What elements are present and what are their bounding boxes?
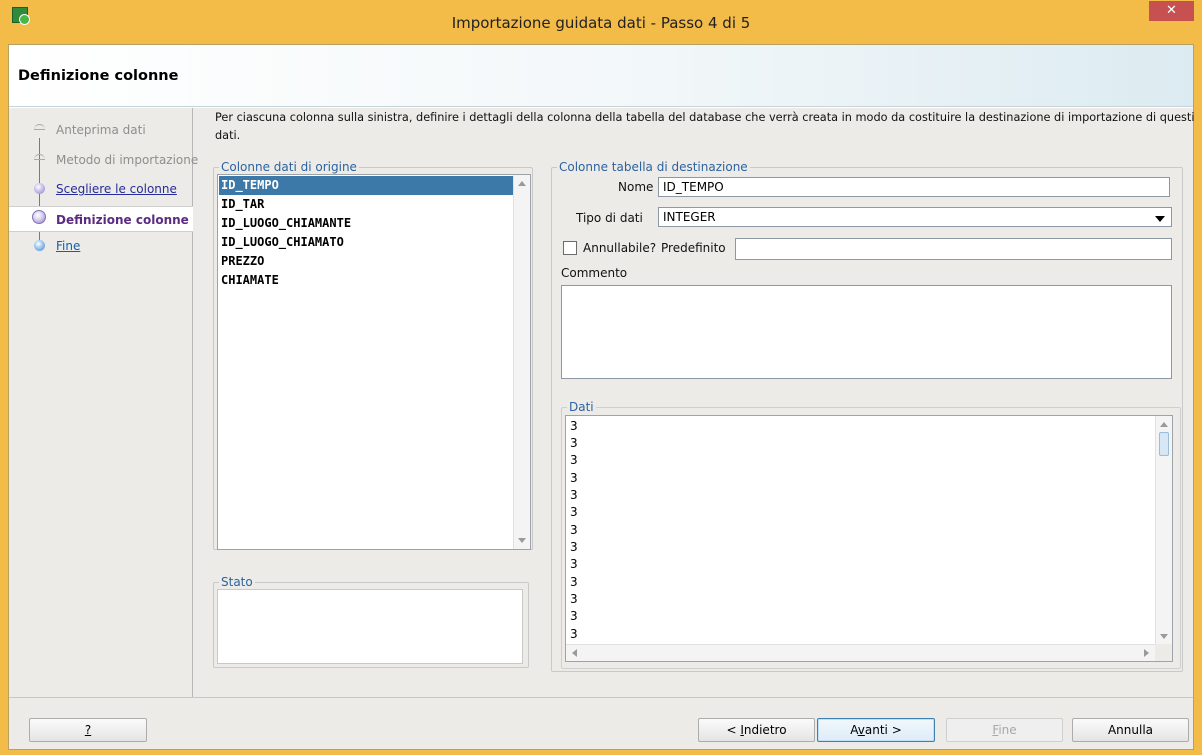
- step-label[interactable]: Scegliere le colonne: [56, 182, 177, 196]
- title-bar[interactable]: Importazione guidata dati - Passo 4 di 5…: [0, 0, 1202, 44]
- list-item[interactable]: CHIAMATE: [219, 271, 514, 290]
- back-button[interactable]: < Indietro: [698, 718, 815, 742]
- stato-legend: Stato: [219, 575, 255, 589]
- list-item: 3: [570, 540, 578, 554]
- vertical-scrollbar[interactable]: [513, 175, 530, 549]
- step-anteprima-dati: Anteprima dati: [9, 119, 193, 141]
- annullabile-checkbox[interactable]: [563, 241, 577, 255]
- step-current-icon: [32, 210, 46, 224]
- predefinito-field[interactable]: [735, 238, 1172, 260]
- source-columns-list[interactable]: ID_TEMPO ID_TAR ID_LUOGO_CHIAMANTE ID_LU…: [217, 174, 531, 550]
- predefinito-label: Predefinito: [661, 241, 726, 255]
- cancel-button[interactable]: Annulla: [1072, 718, 1189, 742]
- step-scegliere-colonne[interactable]: Scegliere le colonne: [9, 178, 193, 200]
- list-item: 3: [570, 523, 578, 537]
- next-prefix: A: [850, 723, 858, 737]
- list-item: 3: [570, 592, 578, 606]
- next-accesskey: v: [857, 723, 865, 737]
- commento-textarea[interactable]: [561, 285, 1172, 379]
- back-label-rest: ndietro: [743, 723, 787, 737]
- dest-columns-legend: Colonne tabella di destinazione: [557, 160, 750, 174]
- tipo-di-dati-label: Tipo di dati: [576, 211, 643, 225]
- next-button[interactable]: Avanti >: [817, 718, 935, 742]
- dati-legend: Dati: [567, 400, 596, 414]
- dati-preview-list[interactable]: 3 3 3 3 3 3 3 3 3 3 3 3 3: [565, 415, 1173, 662]
- list-item: 3: [570, 609, 578, 623]
- list-item[interactable]: ID_TEMPO: [219, 176, 514, 195]
- list-item[interactable]: ID_LUOGO_CHIAMATO: [219, 233, 514, 252]
- list-item: 3: [570, 488, 578, 502]
- list-item[interactable]: PREZZO: [219, 252, 514, 271]
- step-pending-icon: [34, 124, 45, 135]
- horizontal-scrollbar[interactable]: [566, 644, 1155, 661]
- stato-group: Stato: [213, 575, 529, 668]
- scroll-down-arrow-icon[interactable]: [1160, 634, 1168, 639]
- step-finish-icon: [34, 240, 45, 251]
- list-item: 3: [570, 419, 578, 433]
- footer-divider: [9, 697, 1193, 698]
- stato-box: [217, 589, 523, 664]
- scroll-left-arrow-icon[interactable]: [572, 649, 577, 657]
- step-label: Definizione colonne: [56, 213, 189, 227]
- source-columns-legend: Colonne dati di origine: [219, 160, 359, 174]
- nome-field[interactable]: ID_TEMPO: [658, 177, 1170, 197]
- dest-columns-group: Colonne tabella di destinazione Nome ID_…: [551, 160, 1183, 672]
- step-done-icon: [34, 183, 45, 194]
- vertical-scrollbar[interactable]: [1155, 416, 1172, 645]
- list-item: 3: [570, 436, 578, 450]
- next-label-rest: anti >: [864, 723, 902, 737]
- instructions-line-1: Per ciascuna colonna sulla sinistra, def…: [215, 111, 1195, 124]
- list-item: 3: [570, 471, 578, 485]
- step-definizione-colonne: Definizione colonne: [9, 206, 193, 232]
- list-item: 3: [570, 557, 578, 571]
- list-item: 3: [570, 505, 578, 519]
- page-title: Definizione colonne: [18, 68, 179, 84]
- dialog-content: Anteprima dati Metodo di importazione Sc…: [9, 108, 1195, 749]
- step-label: Anteprima dati: [56, 123, 146, 137]
- scroll-down-arrow-icon[interactable]: [518, 538, 526, 543]
- window-title: Importazione guidata dati - Passo 4 di 5: [451, 14, 751, 32]
- help-button-label: ?: [84, 723, 92, 737]
- list-item[interactable]: ID_TAR: [219, 195, 514, 214]
- instructions-line-2: dati.: [215, 129, 241, 142]
- scrollbar-corner: [1155, 644, 1172, 661]
- dialog-frame: Definizione colonne Anteprima dati Metod…: [8, 44, 1195, 750]
- step-label: Metodo di importazione: [56, 153, 199, 167]
- commento-label: Commento: [561, 266, 628, 280]
- dati-group: Dati 3 3 3 3 3 3 3 3 3 3 3 3 3: [561, 400, 1181, 669]
- step-label[interactable]: Fine: [56, 239, 80, 253]
- list-item: 3: [570, 453, 578, 467]
- finish-label-rest: ine: [998, 723, 1017, 737]
- scroll-right-arrow-icon[interactable]: [1144, 649, 1149, 657]
- step-metodo-importazione: Metodo di importazione: [9, 149, 198, 171]
- finish-button[interactable]: Fine: [946, 718, 1063, 742]
- list-item: 3: [570, 575, 578, 589]
- nome-label: Nome: [618, 180, 654, 194]
- chevron-down-icon[interactable]: [1155, 216, 1165, 222]
- tipo-di-dati-select[interactable]: INTEGER: [658, 207, 1172, 227]
- list-item: 3: [570, 627, 578, 641]
- wizard-steps-panel: Anteprima dati Metodo di importazione Sc…: [9, 108, 198, 697]
- annullabile-label: Annullabile?: [583, 241, 657, 255]
- scroll-up-arrow-icon[interactable]: [518, 181, 526, 186]
- page-header: Definizione colonne: [9, 45, 1193, 107]
- close-button[interactable]: ✕: [1149, 1, 1194, 21]
- step-pending-icon: [34, 154, 45, 165]
- step-fine[interactable]: Fine: [9, 235, 193, 257]
- scroll-up-arrow-icon[interactable]: [1160, 422, 1168, 427]
- scroll-thumb[interactable]: [1159, 432, 1169, 456]
- tipo-di-dati-value: INTEGER: [663, 210, 716, 224]
- list-item[interactable]: ID_LUOGO_CHIAMANTE: [219, 214, 514, 233]
- source-columns-group: Colonne dati di origine ID_TEMPO ID_TAR …: [213, 160, 533, 550]
- back-prefix: <: [726, 723, 741, 737]
- help-button[interactable]: ?: [29, 718, 147, 742]
